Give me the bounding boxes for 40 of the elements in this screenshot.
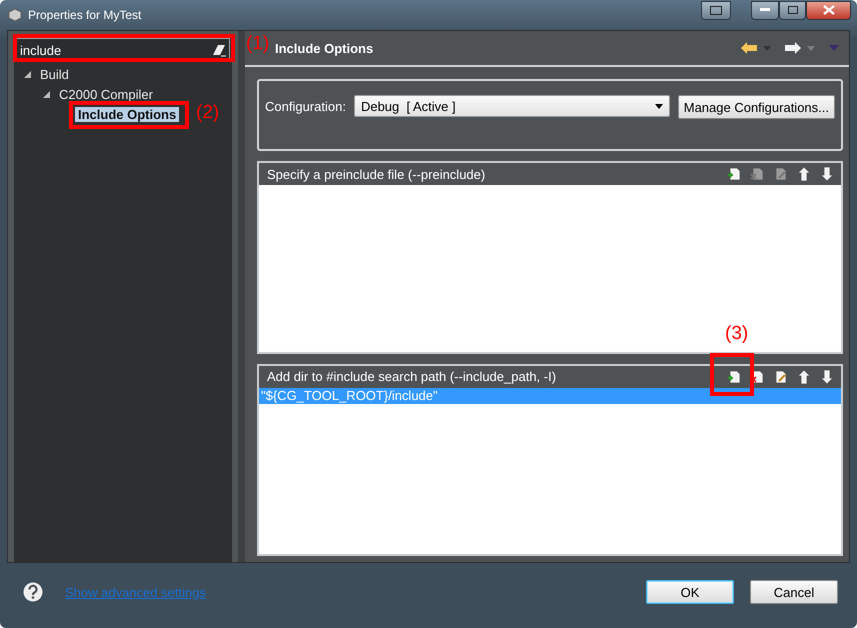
tree-item[interactable]: C2000 Compiler	[56, 86, 156, 102]
minimize-icon	[760, 8, 770, 12]
tree-item[interactable]: Build	[37, 66, 72, 82]
add-item-icon[interactable]	[727, 166, 743, 182]
window-icon	[710, 6, 722, 14]
annotation-label: (2)	[196, 102, 220, 124]
annotation-label: (3)	[725, 323, 748, 345]
close-button[interactable]	[806, 0, 851, 20]
maximize-icon	[788, 6, 798, 14]
move-down-icon[interactable]	[819, 368, 835, 384]
list-title: Add dir to #include search path (--include_path, -I)	[267, 369, 558, 384]
caret-icon	[654, 104, 663, 108]
forward-arrow-icon[interactable]	[785, 42, 801, 54]
configuration-dropdown[interactable]: Debug [ Active ]	[354, 95, 670, 117]
back-arrow-icon[interactable]	[741, 42, 757, 54]
manage-configurations-button[interactable]: Manage Configurations...	[678, 95, 835, 119]
add-item-icon[interactable]	[727, 368, 743, 384]
tree-item[interactable]: Include Options	[75, 106, 180, 122]
eraser-icon[interactable]	[212, 44, 226, 56]
snap-button[interactable]	[701, 0, 731, 20]
configuration-label: Configuration:	[265, 99, 346, 114]
list-title: Specify a preinclude file (--preinclude)	[267, 166, 486, 182]
ok-button[interactable]: OK	[646, 580, 734, 604]
expand-triangle-icon[interactable]	[24, 70, 31, 78]
help-icon[interactable]	[23, 582, 43, 602]
filter-field[interactable]: include	[20, 42, 212, 58]
move-up-icon[interactable]	[796, 368, 812, 384]
move-up-icon[interactable]	[796, 166, 812, 182]
close-icon	[822, 5, 834, 15]
cube-icon	[8, 8, 22, 22]
move-down-icon[interactable]	[819, 166, 835, 182]
minimize-button[interactable]	[751, 0, 779, 20]
highlight-frame	[710, 353, 754, 396]
expand-triangle-icon[interactable]	[43, 90, 50, 98]
window-title: Properties for MyTest	[28, 8, 142, 22]
cancel-button[interactable]: Cancel	[750, 580, 838, 604]
page-title: Include Options	[275, 40, 374, 56]
annotation-label: (1)	[246, 33, 270, 55]
edit-item-icon[interactable]	[773, 368, 789, 384]
maximize-button[interactable]	[779, 0, 806, 20]
